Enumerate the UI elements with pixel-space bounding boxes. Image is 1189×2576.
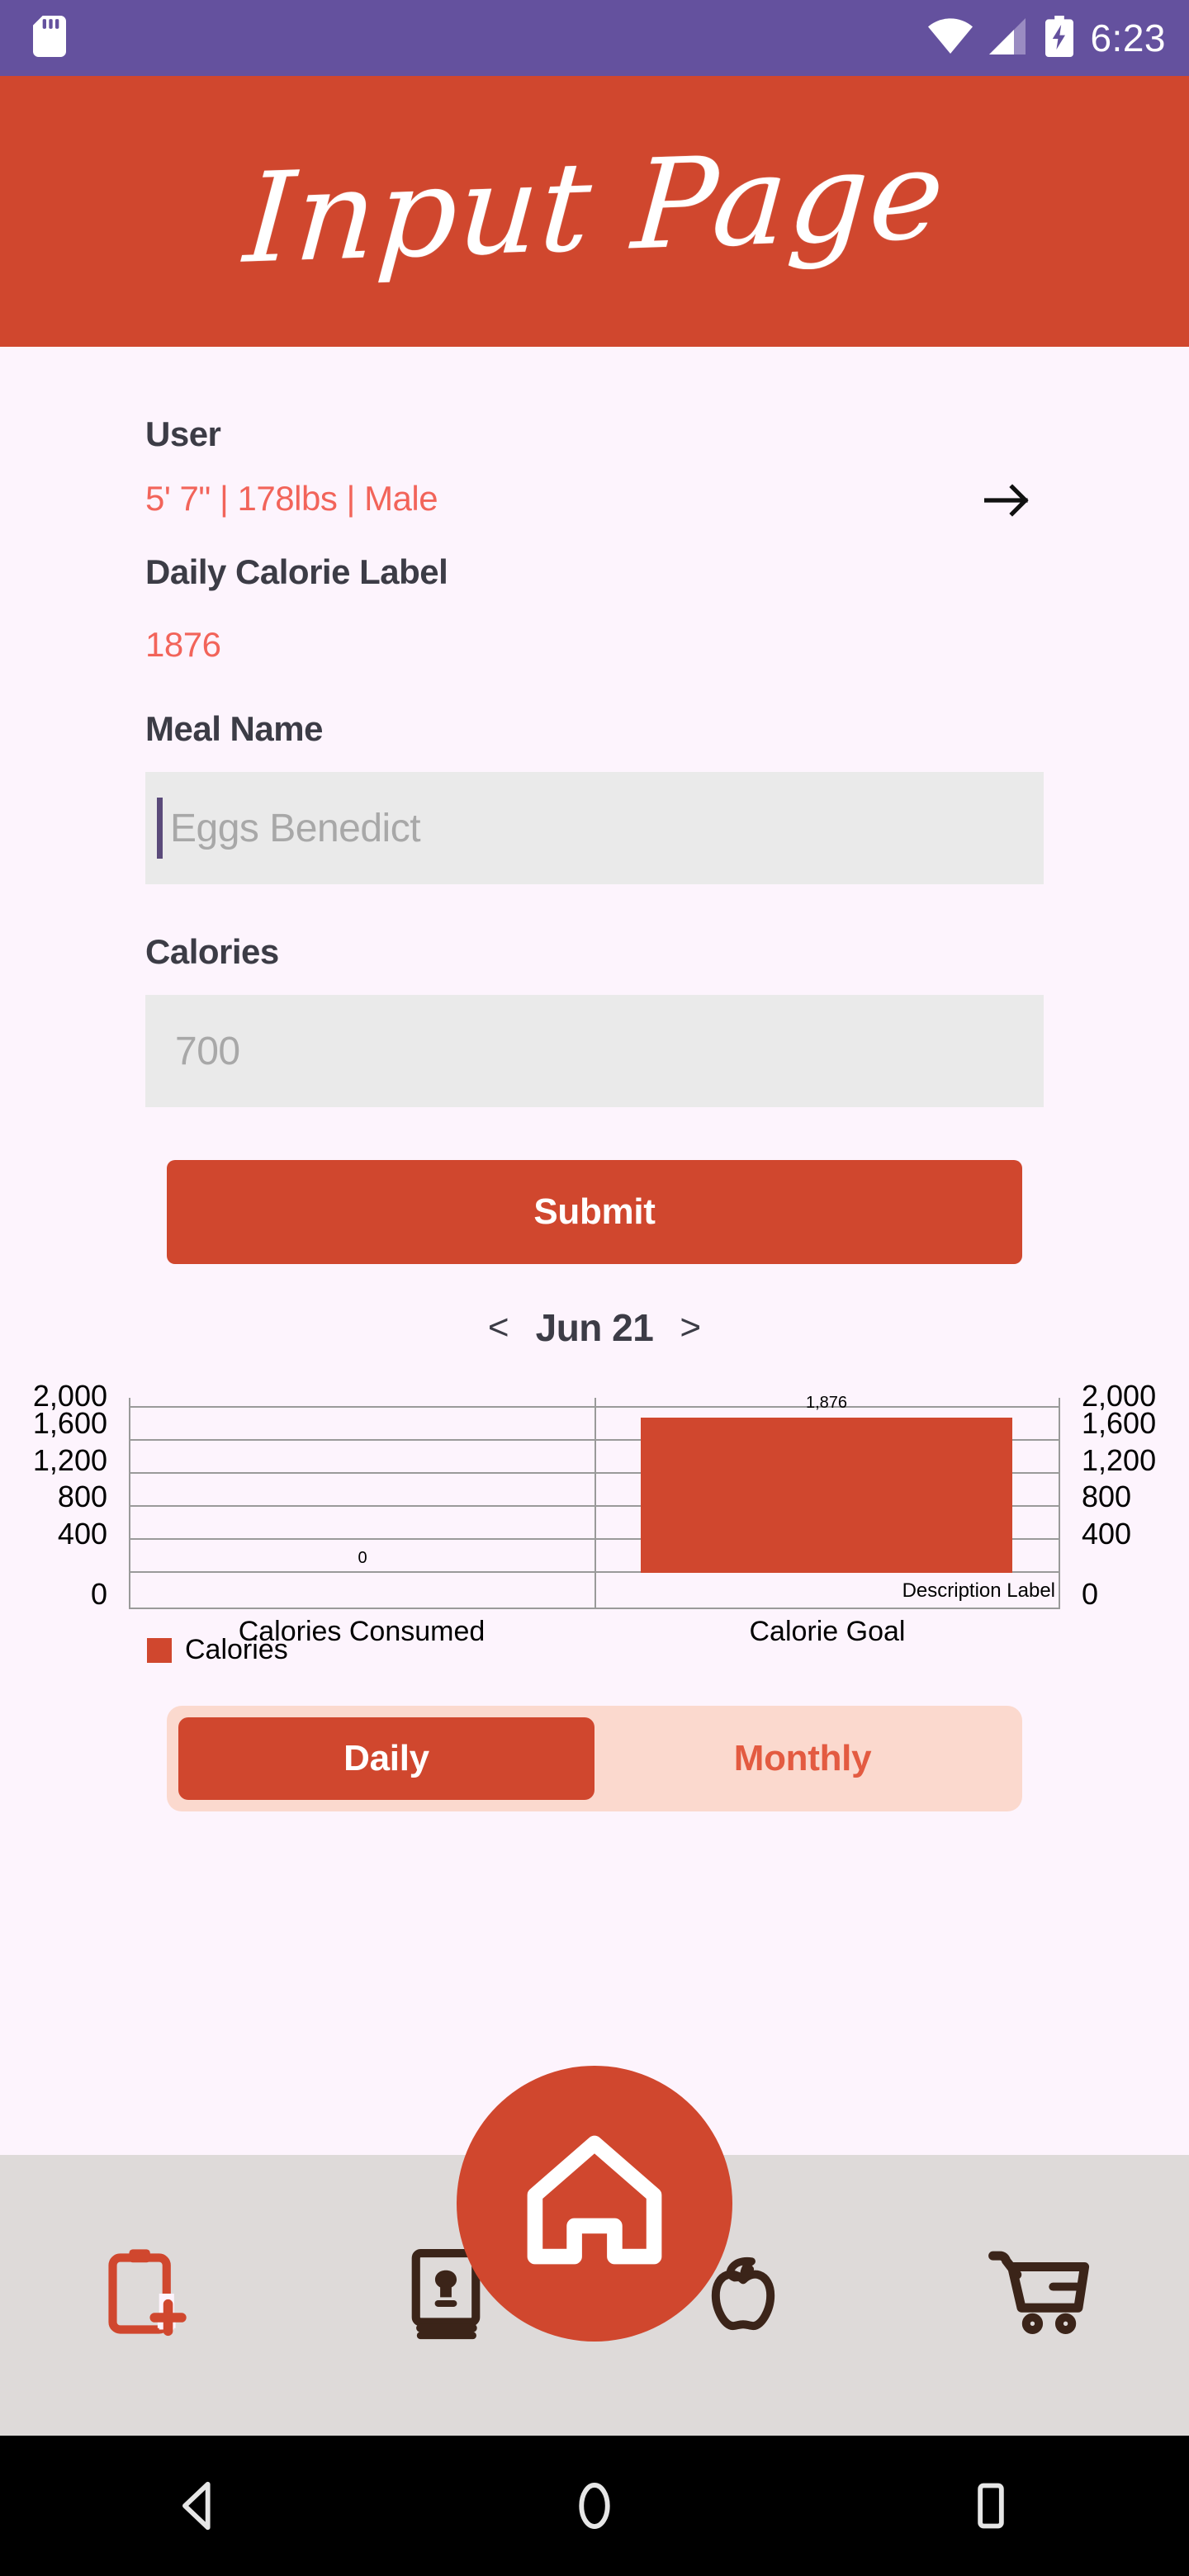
home-icon xyxy=(518,2126,671,2282)
chart-bar-value-label: 0 xyxy=(358,1549,367,1567)
battery-charging-icon xyxy=(1045,15,1074,61)
next-date-button[interactable]: > xyxy=(680,1309,701,1346)
y-tick: 0 xyxy=(90,1576,107,1611)
legend-swatch-calories xyxy=(147,1637,172,1663)
daily-calorie-value: 1876 xyxy=(145,625,221,664)
chart-legend: Calories xyxy=(0,1634,1189,1666)
meal-name-placeholder: Eggs Benedict xyxy=(170,806,421,850)
text-caret xyxy=(157,798,163,859)
chart-bar-value-label: 1,876 xyxy=(805,1394,848,1413)
date-navigator: < Jun 21 > xyxy=(145,1305,1044,1350)
shopping-cart-icon xyxy=(987,2245,1094,2346)
toggle-daily-button[interactable]: Daily xyxy=(178,1717,594,1800)
y-axis-left: 2,000 1,600 1,200 800 400 0 xyxy=(12,1381,107,1609)
y-tick: 1,600 xyxy=(32,1405,107,1440)
y-axis-right: 2,000 1,600 1,200 800 400 0 xyxy=(1082,1381,1177,1609)
y-tick: 800 xyxy=(57,1480,107,1514)
chart-category-divider xyxy=(594,1398,596,1608)
chart-plot-area: Description Label 0 1,876 xyxy=(129,1394,1060,1609)
y-tick: 1,200 xyxy=(32,1442,107,1477)
y-tick: 1,600 xyxy=(1082,1405,1157,1440)
meal-name-input[interactable]: Eggs Benedict xyxy=(145,772,1044,884)
meal-name-label: Meal Name xyxy=(145,709,323,748)
android-system-nav xyxy=(0,2436,1189,2576)
page-title: Input Page xyxy=(239,123,950,291)
y-tick: 400 xyxy=(1082,1517,1132,1551)
sd-card-icon xyxy=(33,15,66,62)
y-tick: 400 xyxy=(57,1517,107,1551)
back-icon[interactable] xyxy=(149,2456,248,2555)
main-content: User 5' 7" | 178lbs | Male Daily Calorie… xyxy=(0,347,1189,1811)
status-bar-clock: 6:23 xyxy=(1090,17,1166,59)
chart-gridline xyxy=(130,1406,1059,1408)
user-stats-value: 5' 7" | 178lbs | Male xyxy=(145,479,438,518)
calories-input[interactable]: 700 xyxy=(145,995,1044,1107)
calories-placeholder: 700 xyxy=(175,1029,240,1073)
recents-square-icon[interactable] xyxy=(941,2456,1040,2555)
app-header: Input Page xyxy=(0,76,1189,347)
submit-button[interactable]: Submit xyxy=(167,1160,1022,1264)
user-row[interactable]: 5' 7" | 178lbs | Male xyxy=(145,479,1044,523)
status-bar: 6:23 xyxy=(0,0,1189,76)
wifi-icon xyxy=(928,17,973,59)
user-label: User xyxy=(145,414,221,453)
nav-item-log[interactable] xyxy=(0,2155,297,2436)
cellular-signal-icon xyxy=(989,17,1029,59)
chart-bar xyxy=(641,1418,1012,1573)
period-toggle-group: Daily Monthly xyxy=(167,1706,1022,1811)
status-bar-left xyxy=(33,15,66,62)
legend-label-calories: Calories xyxy=(185,1634,288,1665)
y-tick: 1,200 xyxy=(1082,1442,1157,1477)
arrow-right-icon[interactable] xyxy=(983,482,1030,523)
calorie-bar-chart: 2,000 1,600 1,200 800 400 0 Description … xyxy=(0,1381,1189,1648)
nav-item-groceries[interactable] xyxy=(892,2155,1189,2436)
status-bar-right: 6:23 xyxy=(928,15,1166,61)
home-circle-icon[interactable] xyxy=(545,2456,644,2555)
calories-label: Calories xyxy=(145,932,279,971)
home-fab-button[interactable] xyxy=(457,2066,732,2342)
user-section: User 5' 7" | 178lbs | Male xyxy=(145,347,1044,523)
current-date-label: Jun 21 xyxy=(535,1306,654,1349)
chart-description-label: Description Label xyxy=(902,1579,1055,1602)
daily-calorie-label: Daily Calorie Label xyxy=(145,552,448,591)
y-tick: 800 xyxy=(1082,1480,1132,1514)
toggle-monthly-button[interactable]: Monthly xyxy=(594,1717,1011,1800)
prev-date-button[interactable]: < xyxy=(488,1309,509,1346)
clipboard-add-icon xyxy=(103,2246,194,2346)
y-tick: 0 xyxy=(1082,1576,1099,1611)
